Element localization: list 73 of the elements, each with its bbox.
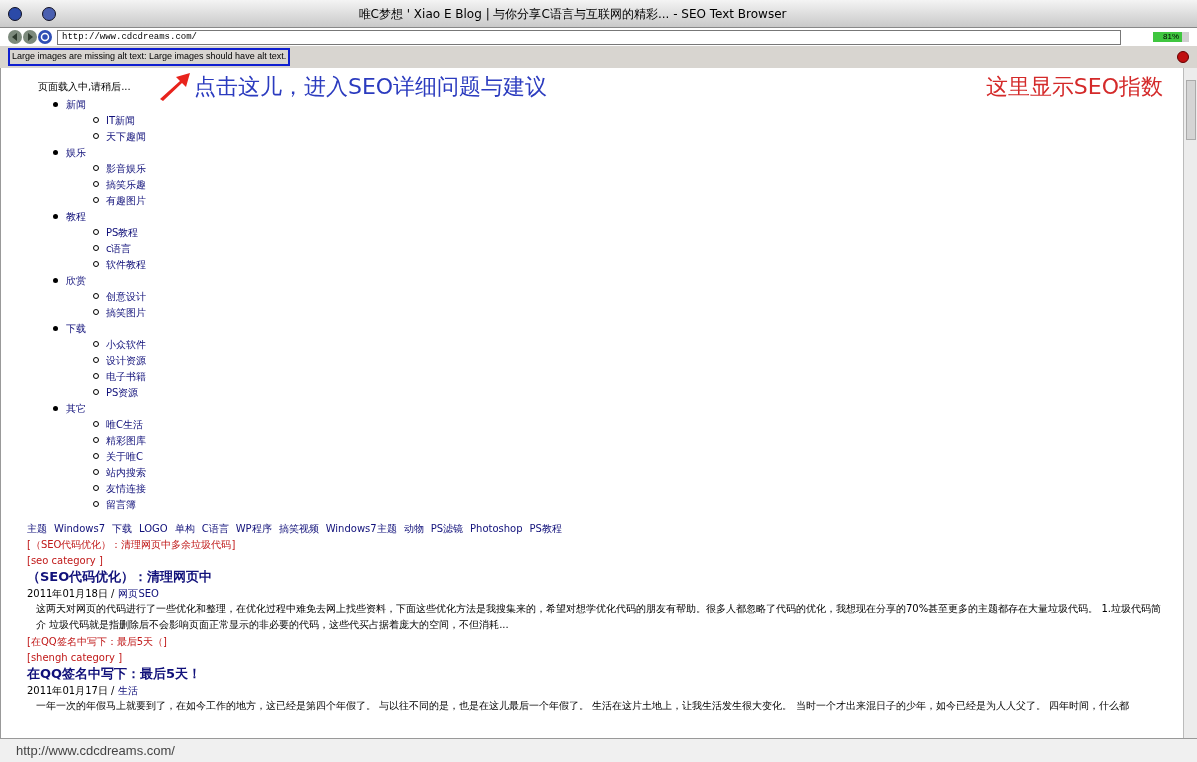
subcategory-link[interactable]: PS教程 bbox=[106, 224, 139, 240]
bullet-icon bbox=[53, 149, 58, 155]
post-category[interactable]: [seo category ] bbox=[27, 553, 1163, 569]
subcategory-link[interactable]: PS资源 bbox=[106, 384, 139, 400]
category-link[interactable]: 新闻 bbox=[66, 96, 86, 112]
subcategory-link[interactable]: IT新闻 bbox=[106, 112, 136, 128]
tag-link[interactable]: 动物 bbox=[403, 520, 424, 536]
subcategory-link[interactable]: 唯C生活 bbox=[106, 416, 143, 432]
post-date: 2011年01月18日 / bbox=[27, 586, 115, 601]
subcategory-link[interactable]: 电子书籍 bbox=[106, 368, 146, 384]
bullet-icon bbox=[53, 213, 58, 219]
post-link[interactable]: [在QQ签名中写下：最后5天（] bbox=[27, 633, 1163, 650]
subcategory-link[interactable]: 创意设计 bbox=[106, 288, 146, 304]
category-link[interactable]: 教程 bbox=[66, 208, 86, 224]
status-url: http://www.cdcdreams.com/ bbox=[16, 741, 175, 760]
address-field[interactable]: http://www.cdcdreams.com/ bbox=[57, 29, 1121, 45]
subcategory-link[interactable]: 小众软件 bbox=[106, 336, 146, 352]
post-date: 2011年01月17日 / bbox=[27, 683, 115, 698]
subcategory-link[interactable]: 搞笑乐趣 bbox=[106, 176, 146, 192]
post-excerpt: 这两天对网页的代码进行了一些优化和整理，在优化过程中难免去网上找些资料，下面这些优化方法是我搜集来的，希望对想学优化代码的朋友有帮助。很多人都忽略了代码的优化，我想现在分享的70%甚至更多的主题都存在大量垃圾代码。 1.垃圾代码简介 垃圾代码就是指删除后不会影响页面正常显示的非必要的代码，这些代买占据着庞大的空间，不但消耗... bbox=[35, 602, 1162, 632]
tag-link[interactable]: Photoshop bbox=[470, 520, 523, 536]
subcategory-link[interactable]: 有趣图片 bbox=[106, 192, 146, 208]
round-icon[interactable] bbox=[42, 6, 56, 21]
post-title[interactable]: （SEO代码优化）：清理网页中 bbox=[27, 569, 1163, 585]
post-excerpt: 一年一次的年假马上就要到了，在如今工作的地方，这已经是第四个年假了。 与以往不同的是，也是在这儿最后一个年假了。 生活在这片土地上，让我生活发生很大变化。 当时一个才出来混日子的少年，如今已经是为人人父了。 四年时间，什么都 bbox=[35, 699, 1130, 713]
annotation-text: 这里显示SEO指数 bbox=[985, 72, 1163, 101]
subcategory-link[interactable]: 搞笑图片 bbox=[106, 304, 146, 320]
subcategory-link[interactable]: 精彩图库 bbox=[106, 432, 146, 448]
subcategory-link[interactable]: 天下趣闻 bbox=[106, 128, 146, 144]
arrow-icon bbox=[158, 71, 192, 101]
tag-link[interactable]: WP程序 bbox=[235, 520, 272, 536]
status-light-icon bbox=[1177, 51, 1189, 63]
tag-link[interactable]: LOGO bbox=[139, 520, 168, 536]
subcategory-link[interactable]: 关于唯C bbox=[106, 448, 143, 464]
subcategory-link[interactable]: 影音娱乐 bbox=[106, 160, 146, 176]
bullet-icon bbox=[53, 405, 58, 411]
subcategory-link[interactable]: c语言 bbox=[106, 240, 132, 256]
loading-text: 页面载入中,请稍后... bbox=[38, 79, 132, 94]
bullet-icon bbox=[53, 101, 58, 107]
post-title[interactable]: 在QQ签名中写下：最后5天！ bbox=[27, 666, 1163, 682]
back-icon[interactable] bbox=[8, 30, 22, 44]
post-tag-link[interactable]: 生活 bbox=[118, 682, 139, 698]
bullet-icon bbox=[53, 325, 58, 331]
tag-link[interactable]: 单构 bbox=[174, 520, 195, 536]
category-link[interactable]: 娱乐 bbox=[66, 144, 86, 160]
post-category[interactable]: [shengh category ] bbox=[27, 650, 1163, 666]
tag-link[interactable]: 搞笑视频 bbox=[278, 520, 319, 536]
category-link[interactable]: 欣赏 bbox=[66, 272, 86, 288]
tag-link[interactable]: 下载 bbox=[112, 520, 132, 536]
category-link[interactable]: 下载 bbox=[66, 320, 86, 336]
subcategory-link[interactable]: 软件教程 bbox=[106, 256, 146, 272]
scrollbar[interactable] bbox=[1183, 68, 1197, 738]
tag-link[interactable]: Windows7 bbox=[54, 520, 105, 536]
post-tag-link[interactable]: 网页SEO bbox=[118, 585, 159, 601]
tag-link[interactable]: PS教程 bbox=[529, 520, 562, 536]
refresh-icon[interactable] bbox=[38, 30, 52, 44]
tag-link[interactable]: 主题 bbox=[27, 520, 47, 536]
bullet-icon bbox=[53, 277, 58, 283]
tag-link[interactable]: C语言 bbox=[201, 520, 229, 536]
info-icon[interactable] bbox=[8, 6, 22, 21]
seo-message[interactable]: Large images are missing alt text: Large images should have alt text. bbox=[8, 48, 291, 66]
seo-score: 81% bbox=[1162, 32, 1180, 42]
subcategory-link[interactable]: 站内搜索 bbox=[106, 464, 146, 480]
subcategory-link[interactable]: 留言簿 bbox=[106, 496, 136, 512]
category-link[interactable]: 其它 bbox=[66, 400, 86, 416]
forward-icon[interactable] bbox=[23, 30, 37, 44]
subcategory-link[interactable]: 设计资源 bbox=[106, 352, 146, 368]
post-link[interactable]: [（SEO代码优化）：清理网页中多余垃圾代码] bbox=[27, 536, 1163, 553]
tag-link[interactable]: PS滤镜 bbox=[430, 520, 464, 536]
tag-link[interactable]: Windows7主题 bbox=[325, 520, 397, 536]
annotation-text: 点击这儿，进入SEO详细问题与建议 bbox=[194, 72, 548, 101]
window-title: 唯C梦想 ' Xiao E Blog | 与你分享C语言与互联网的精彩... - SEO Text Browser bbox=[357, 5, 788, 23]
subcategory-link[interactable]: 友情连接 bbox=[106, 480, 146, 496]
